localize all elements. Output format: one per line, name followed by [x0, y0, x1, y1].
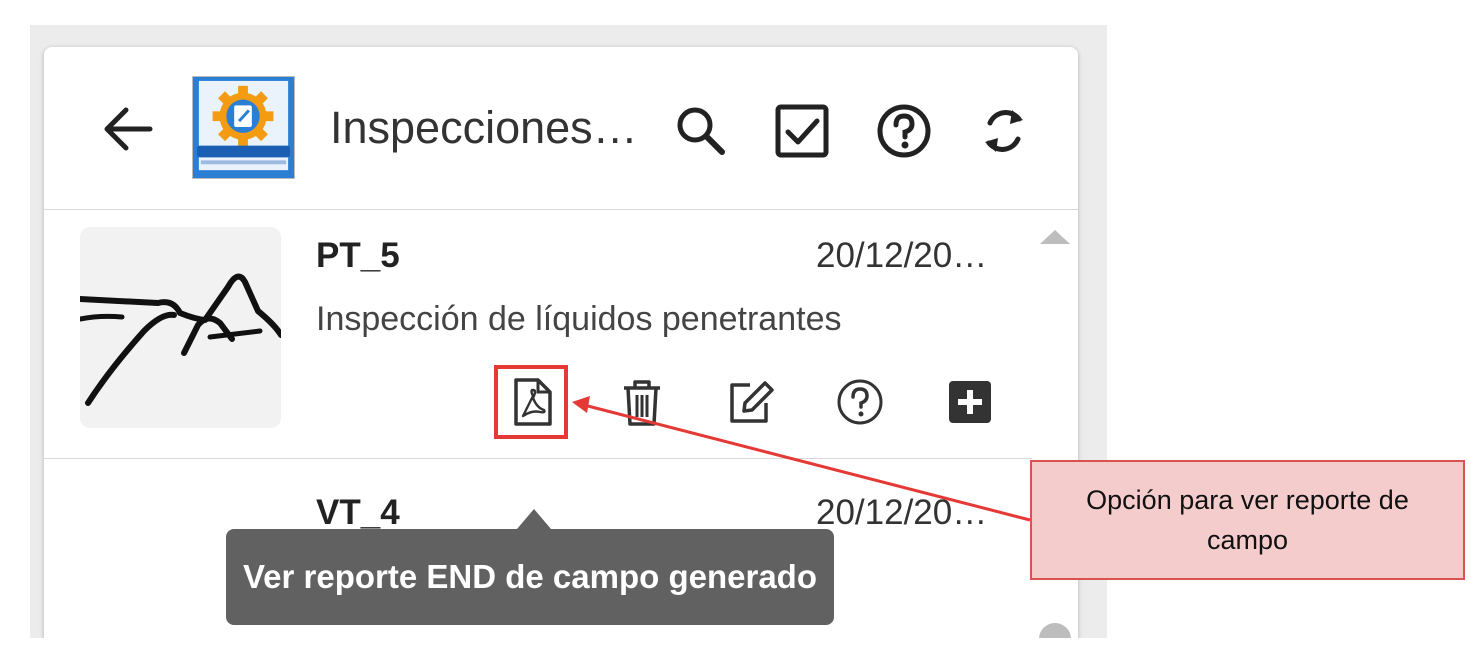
edit-icon[interactable]: [724, 376, 776, 428]
add-box-icon[interactable]: [944, 376, 996, 428]
signature-thumbnail: [80, 227, 281, 428]
help-circle-icon[interactable]: [874, 101, 934, 161]
item-date: 20/12/20…: [816, 236, 988, 275]
sync-icon[interactable]: [974, 101, 1034, 161]
annotation-callout: Opción para ver reporte de campo: [1030, 460, 1465, 580]
page-title: Inspecciones…: [330, 102, 638, 153]
callout-text: Opción para ver reporte de campo: [1086, 485, 1409, 555]
item-date: 20/12/20…: [816, 493, 988, 532]
pdf-highlight-box: [494, 365, 568, 439]
screenshot-frame: Inspecciones… PT_5 20/12/20… Inspección …: [30, 25, 1107, 638]
item-title: PT_5: [316, 236, 400, 275]
search-icon[interactable]: [671, 101, 731, 161]
item-description: Inspección de líquidos penetrantes: [316, 300, 842, 338]
back-arrow-icon[interactable]: [100, 99, 156, 159]
item-title: VT_4: [316, 493, 400, 532]
app-header: Inspecciones…: [44, 47, 1078, 210]
trash-icon[interactable]: [616, 376, 668, 428]
checkbox-icon[interactable]: [772, 101, 832, 161]
tooltip: Ver reporte END de campo generado: [226, 529, 834, 625]
list-item[interactable]: PT_5 20/12/20… Inspección de líquidos pe…: [44, 210, 1032, 459]
help-icon[interactable]: [834, 376, 886, 428]
scrollbar-thumb[interactable]: [1039, 623, 1071, 638]
tooltip-arrow: [517, 509, 551, 529]
app-logo: [192, 76, 295, 179]
scroll-up-arrow[interactable]: [1040, 230, 1070, 244]
